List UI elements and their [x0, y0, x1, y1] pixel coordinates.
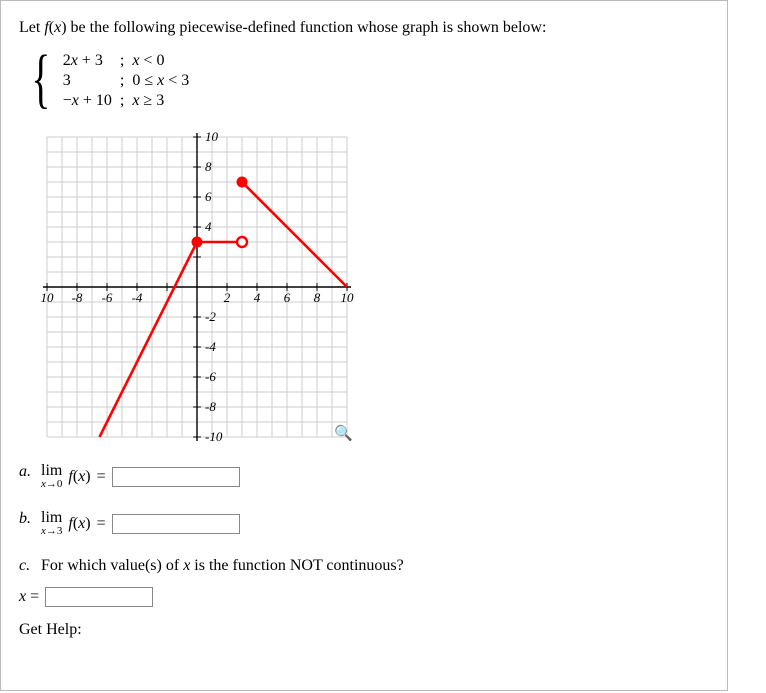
- piecewise-cases: 2x + 3 ; x < 0 3 ; 0 ≤ x < 3 −x + 10 ; x…: [63, 51, 198, 111]
- closed-point-0-3: [192, 237, 202, 247]
- svg-text:-10: -10: [205, 429, 223, 444]
- piecewise-graph: 10 -8 -6 -4 2 4 6 8 10 10 8 6 4 -2 -4 -6: [37, 127, 357, 447]
- func-expr: f(x): [68, 515, 90, 533]
- svg-text:-4: -4: [132, 290, 143, 305]
- svg-text:-2: -2: [205, 309, 216, 324]
- question-c-text: For which value(s) of x is the function …: [41, 557, 404, 575]
- questions-block: a. lim x→0 f(x) = b. lim x→3 f(x) =: [19, 463, 709, 639]
- open-point-3-3: [237, 237, 247, 247]
- svg-text:4: 4: [205, 219, 212, 234]
- closed-point-3-7: [237, 177, 247, 187]
- get-help-label: Get Help:: [19, 621, 709, 639]
- svg-text:6: 6: [284, 290, 291, 305]
- problem-frame: Let f(x) be the following piecewise-defi…: [0, 0, 728, 691]
- chart-container: 10 -8 -6 -4 2 4 6 8 10 10 8 6 4 -2 -4 -6: [37, 127, 357, 447]
- x-equals: x =: [19, 588, 39, 606]
- svg-text:4: 4: [254, 290, 261, 305]
- magnifier-icon[interactable]: 🔍: [334, 424, 353, 443]
- left-brace: {: [31, 49, 50, 109]
- answer-input-c[interactable]: [45, 587, 153, 607]
- case-sep: ;: [120, 51, 132, 71]
- svg-text:-8: -8: [205, 399, 216, 414]
- question-label: c.: [19, 557, 41, 581]
- question-label: a.: [19, 463, 41, 481]
- case-expr: 2x + 3: [63, 51, 120, 71]
- intro-text: Let f(x) be the following piecewise-defi…: [19, 19, 709, 37]
- svg-text:10: 10: [341, 290, 355, 305]
- intro-tail: be the following piecewise-defined funct…: [71, 19, 547, 36]
- case-row: 2x + 3 ; x < 0: [63, 51, 198, 71]
- svg-text:-6: -6: [102, 290, 113, 305]
- svg-text:-4: -4: [205, 339, 216, 354]
- svg-text:2: 2: [224, 290, 231, 305]
- case-row: 3 ; 0 ≤ x < 3: [63, 71, 198, 91]
- svg-text:10: 10: [205, 129, 219, 144]
- case-sep: ;: [120, 91, 132, 111]
- case-expr: 3: [63, 71, 120, 91]
- svg-text:-8: -8: [72, 290, 83, 305]
- equals: =: [97, 468, 106, 486]
- svg-text:10: 10: [41, 290, 55, 305]
- question-label: b.: [19, 510, 41, 528]
- case-cond: x ≥ 3: [132, 91, 197, 111]
- case-cond: x < 0: [132, 51, 197, 71]
- svg-text:8: 8: [314, 290, 321, 305]
- case-cond: 0 ≤ x < 3: [132, 71, 197, 91]
- case-expr: −x + 10: [63, 91, 120, 111]
- equals: =: [97, 515, 106, 533]
- question-c: c. For which value(s) of x is the functi…: [19, 557, 709, 607]
- svg-text:-6: -6: [205, 369, 216, 384]
- svg-text:6: 6: [205, 189, 212, 204]
- answer-input-b[interactable]: [112, 514, 240, 534]
- case-sep: ;: [120, 71, 132, 91]
- question-b: b. lim x→3 f(x) =: [19, 510, 709, 537]
- answer-input-a[interactable]: [112, 467, 240, 487]
- piecewise-definition: { 2x + 3 ; x < 0 3 ; 0 ≤ x < 3 −x + 10 ;…: [25, 51, 709, 111]
- limit-expr: lim x→0: [41, 463, 62, 490]
- case-row: −x + 10 ; x ≥ 3: [63, 91, 198, 111]
- svg-text:8: 8: [205, 159, 212, 174]
- question-a: a. lim x→0 f(x) =: [19, 463, 709, 490]
- limit-expr: lim x→3: [41, 510, 62, 537]
- func-expr: f(x): [68, 468, 90, 486]
